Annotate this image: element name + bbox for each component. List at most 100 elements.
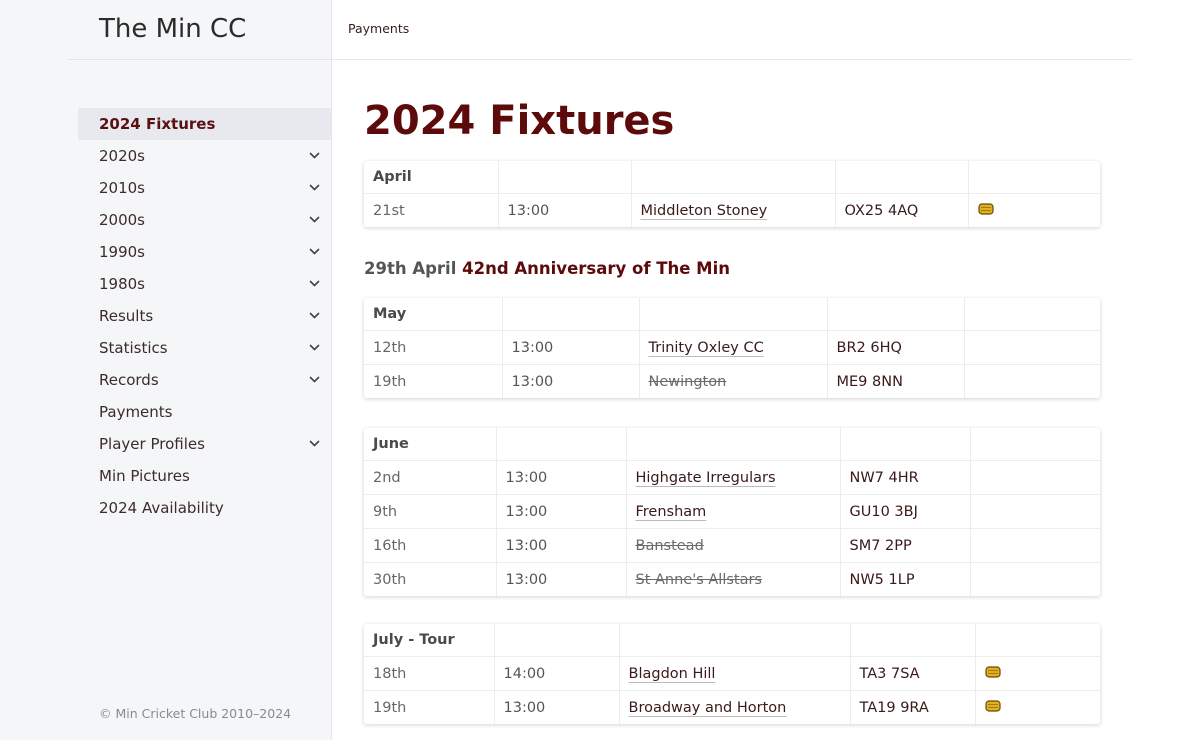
fixture-venue-link[interactable]: Blagdon Hill: [618, 656, 850, 691]
sidebar-item-label: Statistics: [99, 339, 168, 357]
table-row: 19th 13:00 Broadway and Horton TA19 9RA: [364, 690, 1100, 724]
sidebar-item-label: Player Profiles: [99, 435, 205, 453]
fixture-postcode: OX25 4AQ: [834, 193, 968, 227]
fixture-venue-link[interactable]: Newington: [638, 364, 827, 398]
header-cell: [625, 428, 840, 461]
sidebar-item-label: Results: [99, 307, 154, 325]
topbar-payments-link[interactable]: Payments: [348, 21, 409, 36]
fixture-postcode: NW5 1LP: [839, 562, 970, 596]
sidebar-item-min-pictures[interactable]: Min Pictures: [78, 460, 331, 492]
sidebar-item-payments[interactable]: Payments: [78, 396, 331, 428]
fixture-venue-link[interactable]: Highgate Irregulars: [625, 460, 840, 495]
fixtures-table-may: May 12th 13:00 Trinity Oxley CC BR2 6HQ 19th 1…: [364, 298, 1100, 398]
chevron-down-icon[interactable]: [309, 172, 321, 204]
month-heading: April: [364, 161, 498, 194]
sidebar-item-records[interactable]: Records: [78, 364, 331, 396]
sidebar-item-1990s[interactable]: 1990s: [78, 236, 331, 268]
table-header-row: July - Tour: [364, 624, 1100, 657]
bread-icon: [977, 202, 994, 219]
sidebar-item-label: Min Pictures: [99, 467, 190, 485]
fixture-icon-cell: [963, 364, 1100, 398]
fixture-date: 19th: [373, 373, 407, 390]
fixture-venue-link[interactable]: Banstead: [625, 528, 840, 563]
fixture-postcode: TA19 9RA: [849, 690, 975, 724]
fixture-date: 16th: [364, 528, 496, 563]
anniversary-note: 29th April 42nd Anniversary of The Min: [364, 259, 730, 278]
header-cell: [630, 161, 835, 194]
table-row: 16th 13:00 Banstead SM7 2PP: [364, 528, 1100, 563]
chevron-down-icon[interactable]: [309, 332, 321, 364]
table-row: 21st 13:00 Middleton Stoney OX25 4AQ: [364, 193, 1100, 227]
anniversary-title: 42nd Anniversary of The Min: [462, 259, 731, 278]
fixture-postcode: GU10 3BJ: [839, 494, 970, 529]
sidebar-item-1980s[interactable]: 1980s: [78, 268, 331, 300]
table-row: 12th 13:00 Trinity Oxley CC BR2 6HQ: [364, 330, 1100, 365]
site-title[interactable]: The Min CC: [99, 14, 246, 44]
sidebar-divider: [68, 59, 331, 60]
sidebar-item-label: 2024 Availability: [99, 499, 224, 517]
chevron-down-icon[interactable]: [309, 268, 321, 300]
fixture-time: 13:00: [501, 364, 639, 398]
header-cell: [834, 161, 968, 194]
sidebar-item-2000s[interactable]: 2000s: [78, 204, 331, 236]
fixture-venue-link[interactable]: Trinity Oxley CC: [638, 330, 827, 365]
chevron-down-icon[interactable]: [309, 236, 321, 268]
header-cell: [497, 161, 631, 194]
header-cell: [501, 298, 639, 331]
fixture-date: 30th: [373, 571, 407, 588]
fixture-date: 19th: [373, 699, 407, 716]
fixture-date: 18th: [364, 656, 494, 691]
sidebar-item-label: 1980s: [99, 275, 145, 293]
table-header-row: May: [364, 298, 1100, 331]
fixture-icon-cell: [969, 528, 1100, 563]
top-bar: Payments: [332, 0, 1132, 60]
header-cell: [974, 624, 1100, 657]
chevron-down-icon[interactable]: [309, 428, 321, 460]
sidebar-item-label: 2024 Fixtures: [99, 115, 216, 133]
header-cell: [638, 298, 827, 331]
sidebar-item-2024-fixtures[interactable]: 2024 Fixtures: [78, 108, 331, 140]
header-cell: [495, 428, 626, 461]
header-cell: [826, 298, 964, 331]
header-cell: [493, 624, 619, 657]
sidebar-item-statistics[interactable]: Statistics: [78, 332, 331, 364]
sidebar-item-2024-availability[interactable]: 2024 Availability: [78, 492, 331, 524]
table-row: 9th 13:00 Frensham GU10 3BJ: [364, 494, 1100, 529]
table-row: 19th 13:00 Newington ME9 8NN: [364, 364, 1100, 398]
fixtures-table-june: June 2nd 13:00 Highgate Irregulars NW7 4HR 9t…: [364, 428, 1100, 596]
month-heading: May: [364, 298, 502, 331]
table-row: 30th 13:00 St Anne's Allstars NW5 1LP: [364, 562, 1100, 596]
header-cell: [963, 298, 1100, 331]
header-cell: [839, 428, 970, 461]
table-header-row: April: [364, 161, 1100, 194]
table-row: 18th 14:00 Blagdon Hill TA3 7SA: [364, 656, 1100, 691]
fixture-icon-cell: [969, 494, 1100, 529]
fixture-date: 9th: [364, 494, 496, 529]
fixture-postcode: ME9 8NN: [826, 364, 964, 398]
sidebar-item-results[interactable]: Results: [78, 300, 331, 332]
fixture-postcode: SM7 2PP: [839, 528, 970, 563]
table-header-row: June: [364, 428, 1100, 461]
header-cell: [618, 624, 850, 657]
header-cell: [849, 624, 975, 657]
sidebar-nav: 2024 Fixtures 2020s 2010s 2000s 1990s 1980s Re…: [78, 108, 331, 524]
table-row: 2nd 13:00 Highgate Irregulars NW7 4HR: [364, 460, 1100, 495]
chevron-down-icon[interactable]: [309, 204, 321, 236]
fixture-icon-cell: [974, 656, 1100, 691]
fixture-venue-link[interactable]: Frensham: [625, 494, 840, 529]
sidebar-item-player-profiles[interactable]: Player Profiles: [78, 428, 331, 460]
chevron-down-icon[interactable]: [309, 300, 321, 332]
fixture-venue-link[interactable]: Middleton Stoney: [630, 193, 835, 227]
sidebar-item-2020s[interactable]: 2020s: [78, 140, 331, 172]
sidebar-item-2010s[interactable]: 2010s: [78, 172, 331, 204]
fixture-time: 13:00: [497, 193, 631, 227]
chevron-down-icon[interactable]: [309, 364, 321, 396]
sidebar: The Min CC 2024 Fixtures 2020s 2010s 2000s 1…: [0, 0, 332, 740]
fixture-venue-link[interactable]: St Anne's Allstars: [625, 562, 840, 596]
chevron-down-icon[interactable]: [309, 140, 321, 172]
fixture-venue-link[interactable]: Broadway and Horton: [618, 690, 850, 724]
fixture-time: 13:00: [495, 494, 626, 529]
fixture-time: 13:00: [493, 690, 619, 724]
anniversary-date: 29th April: [364, 259, 457, 278]
bread-icon: [984, 699, 1001, 716]
